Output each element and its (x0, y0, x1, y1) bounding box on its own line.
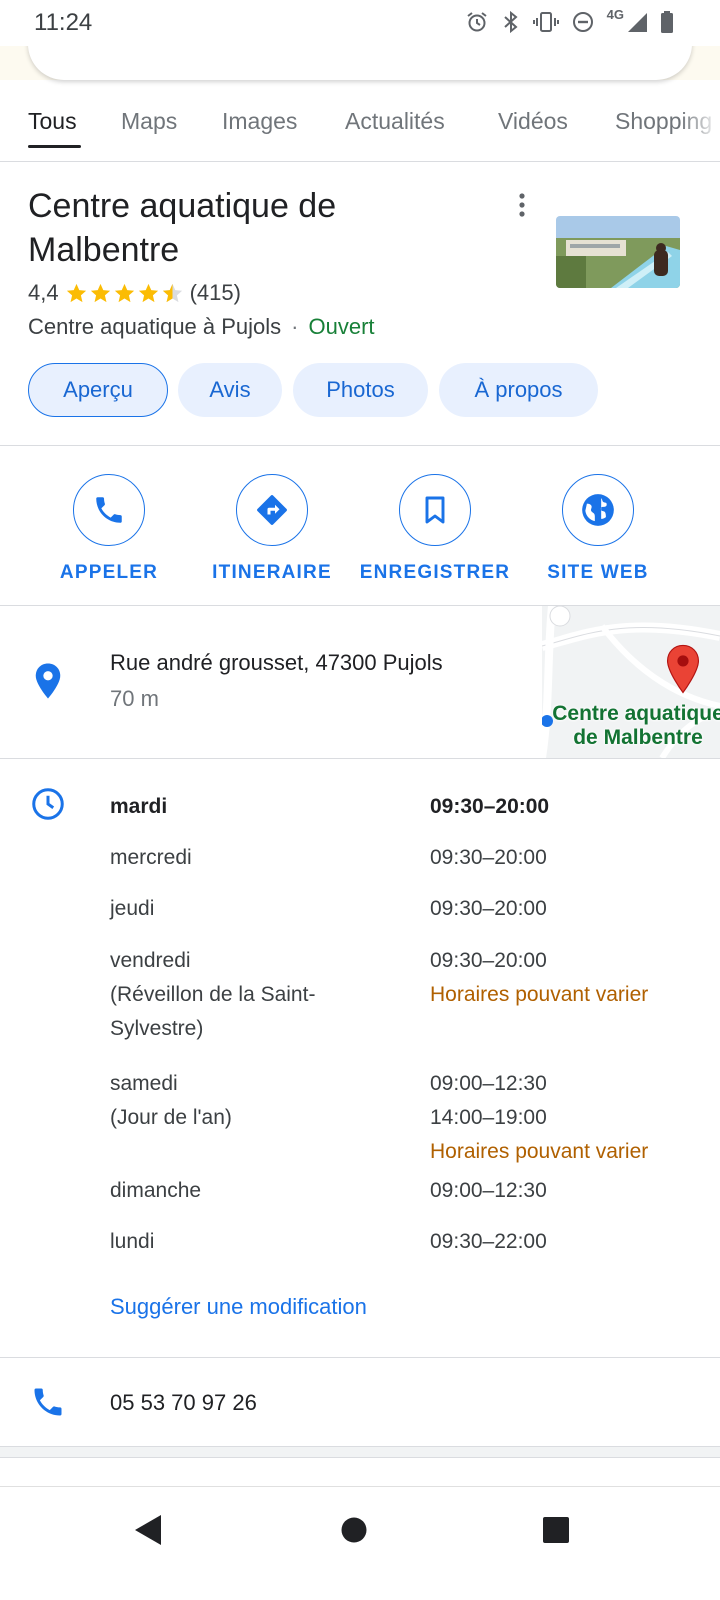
star-icon (114, 283, 134, 303)
category-row: Centre aquatique à Pujols · Ouvert (28, 314, 375, 340)
more-options-icon[interactable] (512, 192, 532, 218)
phone-row[interactable]: 05 53 70 97 26 (0, 1358, 720, 1446)
phone-icon (96, 497, 122, 523)
alarm-icon (467, 12, 487, 32)
status-bar: 11:24 4G (0, 0, 720, 46)
star-icon (90, 283, 110, 303)
chip-avis[interactable]: Avis (178, 363, 282, 417)
globe-icon (582, 494, 614, 526)
hours-time-block: 09:00–12:30 14:00–19:00 Horaires pouvant… (430, 1067, 710, 1169)
phone-number: 05 53 70 97 26 (110, 1390, 257, 1415)
address-distance: 70 m (110, 686, 159, 711)
hours-day: samedi (110, 1072, 178, 1095)
action-buttons: APPELER ITINERAIRE ENREGISTRER SITE WEB (0, 474, 720, 584)
do-not-disturb-icon (572, 12, 593, 32)
map-label-line-1: Centre aquatique (552, 702, 720, 725)
tabs-fade (680, 100, 720, 160)
hours-time: 09:00–12:30 (430, 1179, 547, 1202)
address-row[interactable]: Rue andré grousset, 47300 Pujols 70 m Ce… (0, 606, 720, 758)
hours-time: 09:30–20:00 (430, 795, 550, 818)
website-label: SITE WEB (547, 562, 649, 583)
status-time: 11:24 (34, 9, 93, 36)
map-place-label: Centre aquatique de Malbentre (542, 702, 720, 750)
hours-varies-note: Horaires pouvant varier (430, 983, 649, 1006)
place-photo[interactable] (556, 216, 680, 288)
clock-icon (32, 788, 64, 820)
hours-time: 09:30–20:00 (430, 846, 547, 869)
tab-images[interactable]: Images (222, 108, 297, 135)
save-label: ENREGISTRER (359, 562, 511, 583)
rating-value: 4,4 (28, 280, 59, 305)
call-button[interactable]: APPELER (29, 474, 189, 584)
location-pin-icon (35, 663, 61, 699)
place-title: Centre aquatique de Malbentre (28, 187, 337, 269)
phone-icon (34, 1388, 62, 1416)
divider (0, 445, 720, 446)
chip-photos[interactable]: Photos (293, 363, 428, 417)
bluetooth-icon (503, 10, 518, 34)
vibrate-icon (532, 12, 559, 32)
recents-icon[interactable] (542, 1513, 570, 1547)
hours-varies-note: Horaires pouvant varier (430, 1140, 649, 1163)
hours-time: 09:30–20:00 (430, 949, 547, 972)
map-label-line-2: de Malbentre (573, 726, 703, 749)
directions-button[interactable]: ITINERAIRE (192, 474, 352, 584)
hours-day: vendredi (110, 949, 191, 972)
address-text: Rue andré grousset, 47300 Pujols (110, 650, 443, 675)
active-tab-indicator (28, 145, 81, 148)
chip-a-propos[interactable]: À propos (439, 363, 598, 417)
divider (0, 758, 720, 759)
hours-day-block: vendredi (Réveillon de la Saint-Sylvestr… (110, 944, 410, 1046)
hours-day: lundi (110, 1230, 155, 1253)
hours-time: 09:30–22:00 (430, 1230, 547, 1253)
hours-day: jeudi (110, 897, 155, 920)
directions-icon (257, 495, 287, 525)
system-nav-bar (0, 1486, 720, 1600)
status-icons: 4G (465, 6, 674, 34)
hours-time-block: 09:30–20:00 Horaires pouvant varier (430, 944, 710, 1012)
save-button[interactable]: ENREGISTRER (355, 474, 515, 584)
hours-day-note: (Réveillon de la Saint-Sylvestre) (110, 983, 316, 1040)
tab-actualites[interactable]: Actualités (345, 108, 445, 135)
signal-icon (628, 13, 647, 32)
open-status: Ouvert (308, 314, 375, 339)
hours-time-second: 14:00–19:00 (430, 1106, 547, 1129)
call-button-circle[interactable] (73, 474, 145, 546)
hours-day-block: samedi (Jour de l'an) (110, 1067, 410, 1135)
review-count: (415) (189, 280, 241, 305)
suggest-edit-link[interactable]: Suggérer une modification (110, 1294, 367, 1320)
directions-label: ITINERAIRE (212, 562, 332, 583)
bookmark-icon (425, 496, 445, 524)
star-icon (138, 283, 158, 303)
home-icon[interactable] (340, 1513, 368, 1547)
network-type: 4G (606, 6, 624, 22)
tab-maps[interactable]: Maps (121, 108, 177, 135)
hours-day: mardi (110, 795, 168, 818)
back-icon[interactable] (133, 1513, 163, 1547)
hours-time: 09:00–12:30 (430, 1072, 547, 1095)
rating-row[interactable]: 4,4 (415) (28, 280, 241, 306)
battery-icon (661, 11, 673, 33)
save-button-circle[interactable] (399, 474, 471, 546)
directions-button-circle[interactable] (236, 474, 308, 546)
hours-day-note: (Jour de l'an) (110, 1106, 232, 1129)
hours-day: mercredi (110, 846, 192, 869)
place-category: Centre aquatique à Pujols (28, 314, 282, 339)
search-tabs: Tous Maps Images Actualités Vidéos Shopp… (0, 100, 720, 162)
tab-videos[interactable]: Vidéos (498, 108, 568, 135)
website-button[interactable]: SITE WEB (518, 474, 678, 584)
star-rating (65, 282, 184, 304)
section-separator (0, 1446, 720, 1458)
hours-time: 09:30–20:00 (430, 897, 547, 920)
tab-tous[interactable]: Tous (28, 108, 77, 135)
separator-dot: · (291, 314, 299, 339)
map-marker-icon (666, 644, 700, 694)
map-preview[interactable]: Centre aquatique de Malbentre (542, 606, 720, 758)
half-star-icon (162, 283, 182, 303)
call-label: APPELER (59, 562, 159, 583)
chip-apercu[interactable]: Aperçu (28, 363, 168, 417)
star-icon (66, 283, 86, 303)
hours-day: dimanche (110, 1179, 202, 1202)
website-button-circle[interactable] (562, 474, 634, 546)
